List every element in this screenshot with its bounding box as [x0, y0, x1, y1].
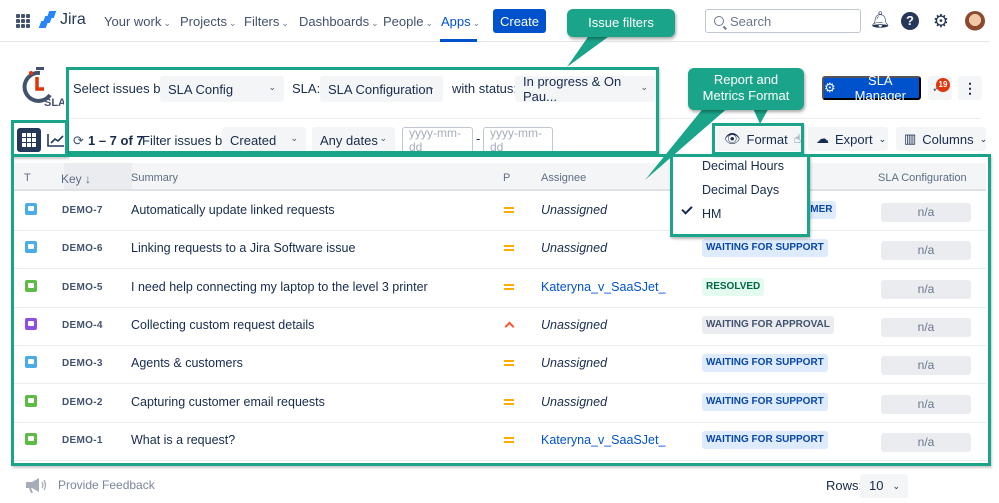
rows-value: 10	[869, 478, 884, 493]
provide-feedback-link[interactable]: Provide Feedback	[24, 477, 155, 493]
feedback-label: Provide Feedback	[58, 478, 155, 492]
issue-filters-callout: Issue filters	[567, 9, 675, 37]
format-callout-tail-left	[645, 106, 730, 180]
issue-filters-callout-tail	[567, 34, 612, 67]
rows-per-page-select[interactable]: 10 ⌄	[860, 474, 908, 498]
megaphone-icon	[26, 478, 47, 493]
report-format-callout: Report and Metrics Format	[688, 68, 804, 110]
chevron-down-icon: ⌄	[892, 481, 900, 491]
callout-tails	[567, 34, 770, 180]
rows-label: Rows:	[826, 478, 863, 493]
